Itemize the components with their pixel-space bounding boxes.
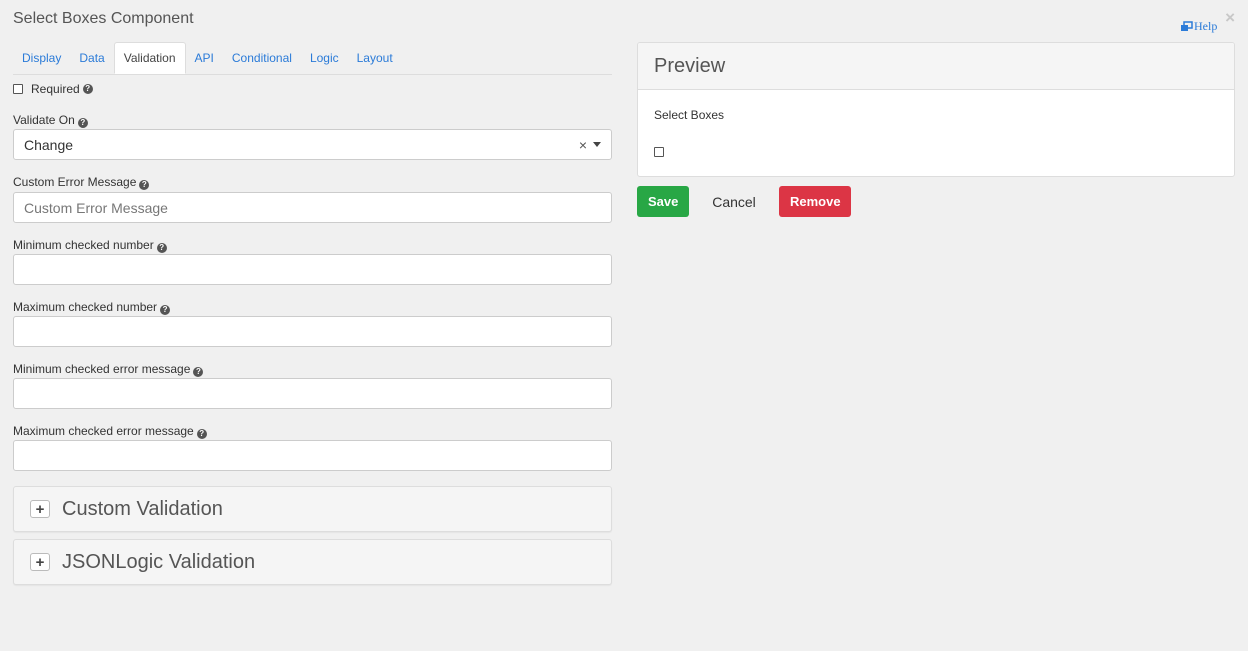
help-label: Help [1194,19,1218,33]
remove-button[interactable]: Remove [779,186,851,217]
min-checked-label-text: Minimum checked number [13,238,154,252]
min-error-field[interactable] [13,378,612,409]
tab-display[interactable]: Display [13,42,70,74]
question-circle-icon: ? [160,305,171,315]
min-checked-input[interactable] [24,261,601,278]
required-label: Required [31,82,80,96]
max-error-input[interactable] [24,447,601,464]
tab-layout[interactable]: Layout [348,42,402,74]
custom-error-field[interactable] [13,192,612,223]
max-checked-input[interactable] [24,323,601,340]
select-boxes-checkbox[interactable] [654,147,664,157]
min-checked-field[interactable] [13,254,612,285]
tab-data[interactable]: Data [70,42,113,74]
preview-panel: Preview Select Boxes [637,42,1235,177]
select-boxes-label: Select Boxes [654,108,725,122]
close-icon[interactable]: × [1225,8,1235,28]
min-error-label-text: Minimum checked error message [13,362,191,376]
plus-icon[interactable]: + [30,553,50,571]
max-error-field[interactable] [13,440,612,471]
panel-title: Custom Validation [62,497,223,520]
jsonlogic-validation-panel[interactable]: + JSONLogic Validation [13,539,612,585]
tab-bar: Display Data Validation API Conditional … [13,42,612,75]
clear-icon[interactable]: × [579,137,587,153]
tab-api[interactable]: API [186,42,223,74]
custom-error-label-text: Custom Error Message [13,175,137,189]
custom-error-input[interactable] [24,199,601,216]
plus-icon[interactable]: + [30,500,50,518]
custom-error-label: Custom Error Message? [13,175,612,190]
question-circle-icon: ? [196,429,207,439]
save-button[interactable]: Save [637,186,689,217]
validate-on-label-text: Validate On [13,113,75,127]
max-error-label: Maximum checked error message? [13,424,612,439]
settings-form: Display Data Validation API Conditional … [13,42,612,585]
max-checked-field[interactable] [13,316,612,347]
external-window-icon [1181,21,1193,31]
validate-on-select[interactable]: Change × [13,129,612,160]
question-circle-icon: ? [77,118,88,128]
action-buttons: Save Cancel Remove [637,186,851,217]
max-checked-label-text: Maximum checked number [13,300,158,314]
question-circle-icon: ? [193,367,204,377]
custom-validation-panel[interactable]: + Custom Validation [13,486,612,532]
dialog-title: Select Boxes Component [13,10,194,27]
validate-on-label: Validate On? [13,113,612,128]
tab-conditional[interactable]: Conditional [223,42,301,74]
min-error-input[interactable] [24,385,601,402]
caret-down-icon[interactable] [593,142,601,147]
cancel-button[interactable]: Cancel [699,186,769,217]
required-row: Required ? [13,82,612,96]
required-checkbox[interactable] [13,84,23,94]
tab-logic[interactable]: Logic [301,42,348,74]
panel-title: JSONLogic Validation [62,550,256,573]
min-checked-label: Minimum checked number? [13,238,612,253]
help-link[interactable]: Help [1180,19,1217,34]
question-circle-icon: ? [139,180,150,190]
tab-validation[interactable]: Validation [113,42,186,74]
preview-title: Preview [638,43,1234,90]
validate-on-value: Change [24,136,74,153]
max-error-label-text: Maximum checked error message [13,424,194,438]
question-circle-icon: ? [156,243,167,253]
min-error-label: Minimum checked error message? [13,362,612,377]
max-checked-label: Maximum checked number? [13,300,612,315]
question-circle-icon: ? [82,84,93,94]
